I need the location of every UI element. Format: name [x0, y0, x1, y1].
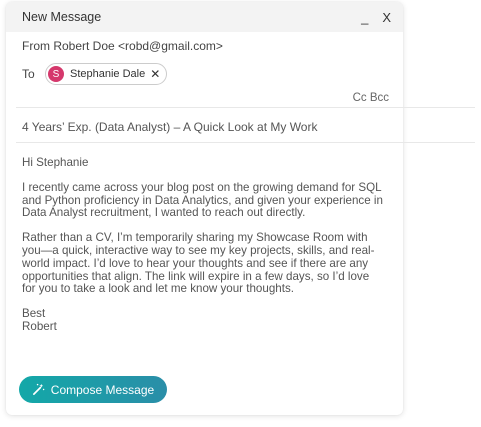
bcc-link[interactable]: Bcc: [370, 92, 389, 104]
body-signature: Robert: [22, 319, 57, 333]
body-paragraph-1: I recently came across your blog post on…: [22, 180, 383, 220]
to-label: To: [22, 67, 35, 81]
subject-field[interactable]: 4 Years’ Exp. (Data Analyst) – A Quick L…: [22, 120, 317, 134]
window-header: New Message _ X: [6, 2, 403, 32]
window-title: New Message: [22, 10, 102, 24]
minimize-button[interactable]: _: [361, 11, 368, 24]
recipient-name: Stephanie Dale: [70, 68, 146, 80]
body-paragraph-2: Rather than a CV, I’m temporarily sharin…: [22, 231, 375, 296]
magic-wand-icon: [32, 383, 45, 395]
recipient-avatar: S: [48, 66, 64, 82]
body-signoff: Best: [22, 307, 46, 321]
body-greeting: Hi Stephanie: [22, 156, 89, 169]
compose-message-button[interactable]: Compose Message: [19, 376, 167, 403]
compose-message-label: Compose Message: [50, 382, 155, 397]
recipients-divider: [16, 107, 475, 108]
recipient-chip[interactable]: S Stephanie Dale ✕: [45, 63, 168, 85]
close-button[interactable]: X: [382, 11, 391, 24]
remove-recipient-icon[interactable]: ✕: [150, 67, 160, 81]
cc-bcc-links: Cc Bcc: [353, 92, 389, 104]
cc-link[interactable]: Cc: [353, 92, 367, 104]
from-line: From Robert Doe <robd@gmail.com>: [22, 39, 223, 53]
subject-divider: [16, 142, 475, 143]
new-message-window: New Message _ X From Robert Doe <robd@gm…: [6, 2, 403, 415]
message-body[interactable]: Hi Stephanie I recently came across your…: [22, 156, 384, 334]
